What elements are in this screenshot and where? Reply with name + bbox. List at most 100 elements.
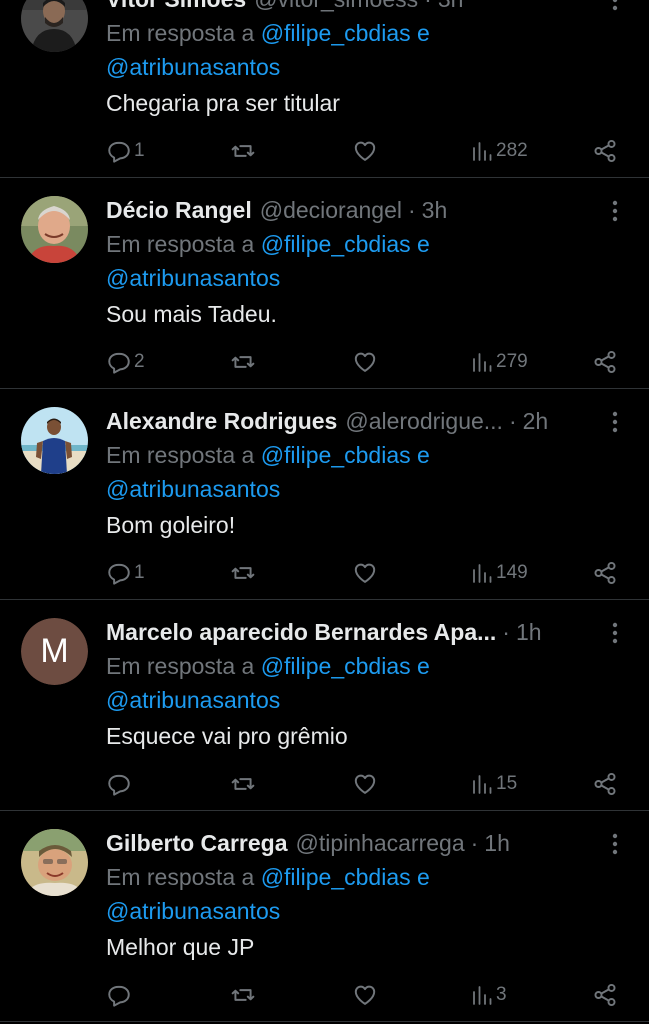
like-button[interactable]	[352, 558, 380, 588]
mention-link[interactable]: @filipe_cbdias	[261, 653, 411, 679]
retweet-button[interactable]	[230, 136, 258, 166]
avatar[interactable]	[21, 0, 88, 52]
retweet-button[interactable]	[230, 980, 258, 1010]
avatar[interactable]	[21, 196, 88, 263]
like-button[interactable]	[352, 980, 380, 1010]
tweet[interactable]: Alexandre Rodrigues @alerodrigue... · 2h…	[0, 389, 649, 600]
mention-link[interactable]: @filipe_cbdias	[261, 442, 411, 468]
more-icon[interactable]	[610, 832, 620, 856]
avatar[interactable]	[21, 829, 88, 896]
mention-conjunction: e	[417, 864, 430, 890]
share-icon	[594, 561, 616, 585]
tweet[interactable]: Vitor Simões @vitor_simoess · 3h Em resp…	[0, 0, 649, 178]
timestamp[interactable]: 3h	[438, 0, 464, 13]
display-name[interactable]: Vitor Simões	[106, 0, 246, 13]
retweet-button[interactable]	[230, 347, 258, 377]
user-handle[interactable]: @vitor_simoess	[254, 0, 418, 13]
reply-button[interactable]: 1	[106, 136, 145, 166]
views-button[interactable]: 149	[470, 558, 528, 588]
share-button[interactable]	[592, 347, 618, 377]
like-button[interactable]	[352, 136, 380, 166]
reply-icon	[108, 141, 130, 163]
heart-icon	[354, 563, 376, 583]
reply-context: Em resposta a @filipe_cbdias e @atribuna…	[106, 16, 649, 84]
mention-link[interactable]: @atribunasantos	[106, 898, 280, 924]
tweet-header: Alexandre Rodrigues @alerodrigue... · 2h	[106, 404, 594, 438]
mention-link[interactable]: @atribunasantos	[106, 265, 280, 291]
more-icon[interactable]	[610, 199, 620, 223]
tweet-header: Vitor Simões @vitor_simoess · 3h	[106, 0, 594, 16]
tweet[interactable]: Décio Rangel @deciorangel · 3h Em respos…	[0, 178, 649, 389]
tweet[interactable]: Gilberto Carrega @tipinhacarrega · 1h Em…	[0, 811, 649, 1022]
reply-button[interactable]	[106, 980, 134, 1010]
reply-feed: Vitor Simões @vitor_simoess · 3h Em resp…	[0, 0, 649, 1022]
reply-button[interactable]: 2	[106, 347, 145, 377]
like-button[interactable]	[352, 347, 380, 377]
share-button[interactable]	[592, 136, 618, 166]
mention-link[interactable]: @filipe_cbdias	[261, 20, 411, 46]
views-count: 149	[496, 562, 528, 583]
reply-context: Em resposta a @filipe_cbdias e @atribuna…	[106, 860, 649, 928]
reply-count: 2	[134, 351, 145, 372]
share-button[interactable]	[592, 980, 618, 1010]
share-icon	[594, 139, 616, 163]
views-button[interactable]: 279	[470, 347, 528, 377]
user-handle[interactable]: @tipinhacarrega	[296, 830, 465, 857]
timestamp[interactable]: 2h	[523, 408, 549, 435]
views-count: 3	[496, 984, 507, 1005]
tweet-text: Esquece vai pro grêmio	[106, 723, 348, 749]
retweet-button[interactable]	[230, 769, 258, 799]
mention-link[interactable]: @filipe_cbdias	[261, 231, 411, 257]
reply-icon	[108, 774, 130, 796]
action-bar: 3	[0, 980, 649, 1010]
tweet-text: Melhor que JP	[106, 934, 255, 960]
avatar[interactable]	[21, 407, 88, 474]
share-button[interactable]	[592, 558, 618, 588]
reply-prefix: Em resposta a	[106, 653, 255, 679]
tweet-header: Gilberto Carrega @tipinhacarrega · 1h	[106, 826, 594, 860]
views-button[interactable]: 15	[470, 769, 517, 799]
timestamp[interactable]: 1h	[484, 830, 510, 857]
share-button[interactable]	[592, 769, 618, 799]
more-icon[interactable]	[610, 621, 620, 645]
mention-conjunction: e	[417, 442, 430, 468]
reply-icon	[108, 985, 130, 1007]
display-name[interactable]: Alexandre Rodrigues	[106, 408, 337, 435]
more-icon[interactable]	[610, 0, 620, 12]
views-count: 282	[496, 140, 528, 161]
views-button[interactable]: 3	[470, 980, 507, 1010]
user-handle[interactable]: @deciorangel	[260, 197, 402, 224]
reply-button[interactable]	[106, 769, 134, 799]
tweet[interactable]: M Marcelo aparecido Bernardes Apa... · 1…	[0, 600, 649, 811]
share-icon	[594, 772, 616, 796]
reply-count: 1	[134, 140, 145, 161]
reply-prefix: Em resposta a	[106, 442, 255, 468]
mention-link[interactable]: @atribunasantos	[106, 476, 280, 502]
avatar[interactable]: M	[21, 618, 88, 685]
mention-link[interactable]: @filipe_cbdias	[261, 864, 411, 890]
action-bar: 1 149	[0, 558, 649, 588]
timestamp[interactable]: 1h	[516, 619, 542, 646]
more-icon[interactable]	[610, 410, 620, 434]
retweet-button[interactable]	[230, 558, 258, 588]
display-name[interactable]: Gilberto Carrega	[106, 830, 288, 857]
like-button[interactable]	[352, 769, 380, 799]
tweet-header: Marcelo aparecido Bernardes Apa... · 1h	[106, 615, 594, 649]
views-button[interactable]: 282	[470, 136, 528, 166]
reply-prefix: Em resposta a	[106, 231, 255, 257]
retweet-icon	[231, 356, 255, 368]
timestamp[interactable]: 3h	[422, 197, 448, 224]
share-icon	[594, 983, 616, 1007]
display-name[interactable]: Marcelo aparecido Bernardes Apa...	[106, 619, 496, 646]
tweet-content: Marcelo aparecido Bernardes Apa... · 1h …	[106, 615, 649, 753]
user-handle[interactable]: @alerodrigue...	[345, 408, 503, 435]
reply-icon	[108, 563, 130, 585]
tweet-text: Sou mais Tadeu.	[106, 301, 277, 327]
retweet-icon	[231, 145, 255, 157]
views-icon	[473, 142, 492, 161]
tweet-content: Vitor Simões @vitor_simoess · 3h Em resp…	[106, 0, 649, 120]
mention-link[interactable]: @atribunasantos	[106, 54, 280, 80]
mention-link[interactable]: @atribunasantos	[106, 687, 280, 713]
display-name[interactable]: Décio Rangel	[106, 197, 252, 224]
reply-button[interactable]: 1	[106, 558, 145, 588]
